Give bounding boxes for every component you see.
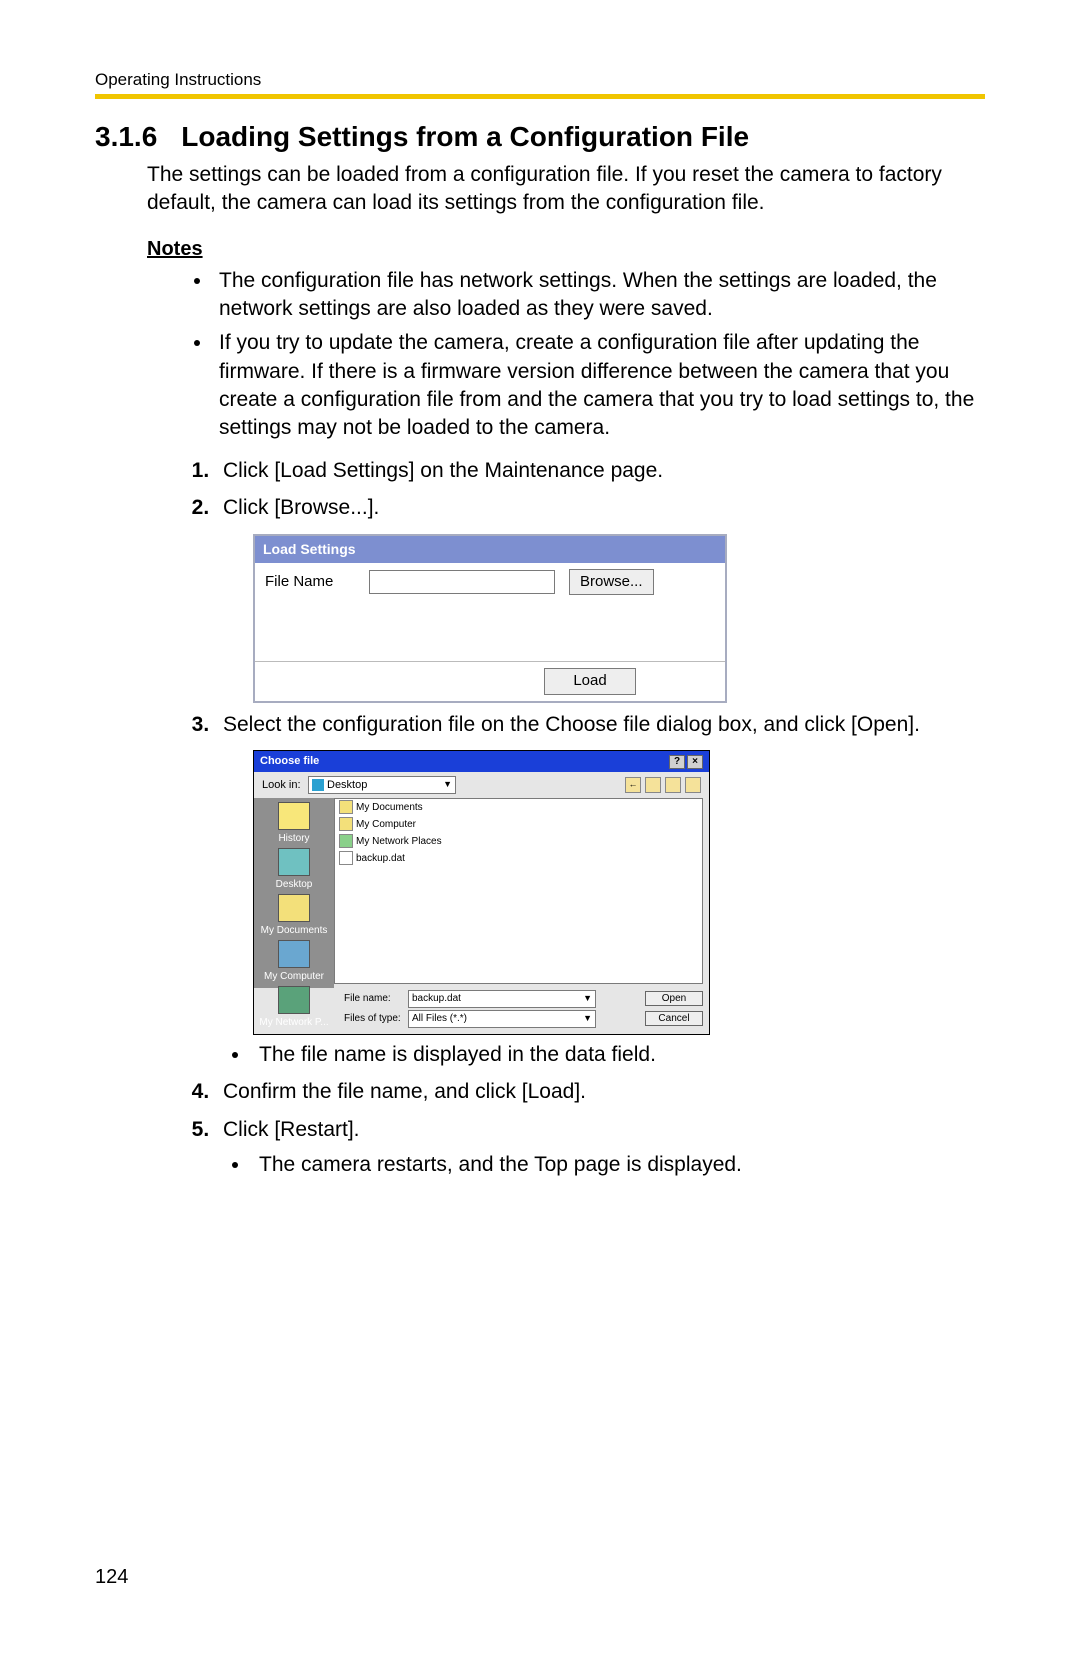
step-3: Select the configuration file on the Cho… [215, 709, 985, 1071]
close-icon[interactable]: × [687, 755, 703, 769]
help-icon[interactable]: ? [669, 755, 685, 769]
chevron-down-icon: ▼ [583, 992, 592, 1006]
chevron-down-icon: ▼ [443, 778, 452, 792]
sidebar-my-network[interactable]: My Network P... [254, 986, 334, 1030]
file-name: My Documents [356, 800, 423, 815]
sidebar-item-label: History [278, 833, 309, 844]
network-icon [278, 986, 310, 1014]
page-number: 124 [95, 1566, 128, 1589]
up-folder-icon[interactable] [645, 777, 661, 793]
computer-icon [339, 817, 353, 831]
filetype-combobox[interactable]: All Files (*.*) ▼ [408, 1010, 596, 1028]
lookin-label: Look in: [262, 777, 302, 794]
load-button[interactable]: Load [544, 668, 635, 695]
lookin-dropdown[interactable]: Desktop ▼ [308, 776, 456, 794]
back-icon[interactable]: ← [625, 777, 641, 793]
lookin-value: Desktop [327, 777, 367, 794]
filename-combobox[interactable]: backup.dat ▼ [408, 990, 596, 1008]
section-number: 3.1.6 [95, 121, 157, 153]
sidebar-my-documents[interactable]: My Documents [254, 894, 334, 938]
browse-button[interactable]: Browse... [569, 569, 654, 596]
step-4: Confirm the file name, and click [Load]. [215, 1076, 985, 1108]
filename-input[interactable] [369, 570, 555, 594]
note-item: The configuration file has network setti… [213, 267, 985, 324]
choose-file-dialog: Choose file ? × Look in: Desktop ▼ ← [253, 750, 710, 1035]
file-list[interactable]: My Documents My Computer My Network Plac… [334, 798, 703, 984]
places-sidebar: History Desktop My Documents My Computer… [254, 798, 334, 988]
sidebar-my-computer[interactable]: My Computer [254, 940, 334, 984]
header-rule [95, 94, 985, 99]
step-1: Click [Load Settings] on the Maintenance… [215, 455, 985, 487]
sidebar-item-label: My Network P... [259, 1017, 328, 1028]
list-item[interactable]: My Network Places [335, 833, 702, 850]
cancel-button[interactable]: Cancel [645, 1011, 703, 1026]
filename-label: File Name [265, 571, 355, 594]
step-text: Click [Restart]. [223, 1118, 360, 1141]
sidebar-item-label: Desktop [276, 879, 313, 890]
history-icon [278, 802, 310, 830]
filetype-label: Files of type: [344, 1011, 402, 1026]
new-folder-icon[interactable] [665, 777, 681, 793]
intro-paragraph: The settings can be loaded from a config… [147, 161, 985, 218]
section-title: Loading Settings from a Configuration Fi… [181, 121, 749, 153]
step-3-note: The file name is displayed in the data f… [251, 1039, 985, 1071]
folder-icon [339, 800, 353, 814]
step-text: Select the configuration file on the Cho… [223, 713, 920, 736]
list-item[interactable]: My Documents [335, 799, 702, 816]
filename-value: backup.dat [412, 991, 461, 1006]
file-name: My Computer [356, 817, 416, 832]
computer-icon [278, 940, 310, 968]
dialog-titlebar: Choose file ? × [254, 751, 709, 772]
dialog-title: Choose file [260, 753, 319, 770]
notes-heading: Notes [147, 238, 985, 261]
list-item[interactable]: My Computer [335, 816, 702, 833]
step-text: Confirm the file name, and click [Load]. [223, 1080, 586, 1103]
chevron-down-icon: ▼ [583, 1012, 592, 1026]
load-settings-panel: Load Settings File Name Browse... Load [253, 534, 727, 703]
panel-titlebar: Load Settings [255, 536, 725, 563]
file-icon [339, 851, 353, 865]
file-name: backup.dat [356, 851, 405, 866]
step-text: Click [Browse...]. [223, 496, 379, 519]
sidebar-desktop[interactable]: Desktop [254, 848, 334, 892]
sidebar-history[interactable]: History [254, 802, 334, 846]
step-5: Click [Restart]. The camera restarts, an… [215, 1114, 985, 1181]
filename-label: File name: [344, 991, 402, 1006]
open-button[interactable]: Open [645, 991, 703, 1006]
step-text: Click [Load Settings] on the Maintenance… [223, 459, 663, 482]
desktop-icon [312, 779, 324, 791]
list-item[interactable]: backup.dat [335, 850, 702, 867]
sidebar-item-label: My Documents [261, 925, 328, 936]
view-menu-icon[interactable] [685, 777, 701, 793]
folder-icon [278, 894, 310, 922]
note-item: If you try to update the camera, create … [213, 329, 985, 442]
sidebar-item-label: My Computer [264, 971, 324, 982]
file-name: My Network Places [356, 834, 442, 849]
network-icon [339, 834, 353, 848]
filetype-value: All Files (*.*) [412, 1011, 467, 1026]
step-5-note: The camera restarts, and the Top page is… [251, 1149, 985, 1181]
step-2: Click [Browse...]. Load Settings File Na… [215, 492, 985, 703]
desktop-icon [278, 848, 310, 876]
header-label: Operating Instructions [95, 70, 985, 90]
